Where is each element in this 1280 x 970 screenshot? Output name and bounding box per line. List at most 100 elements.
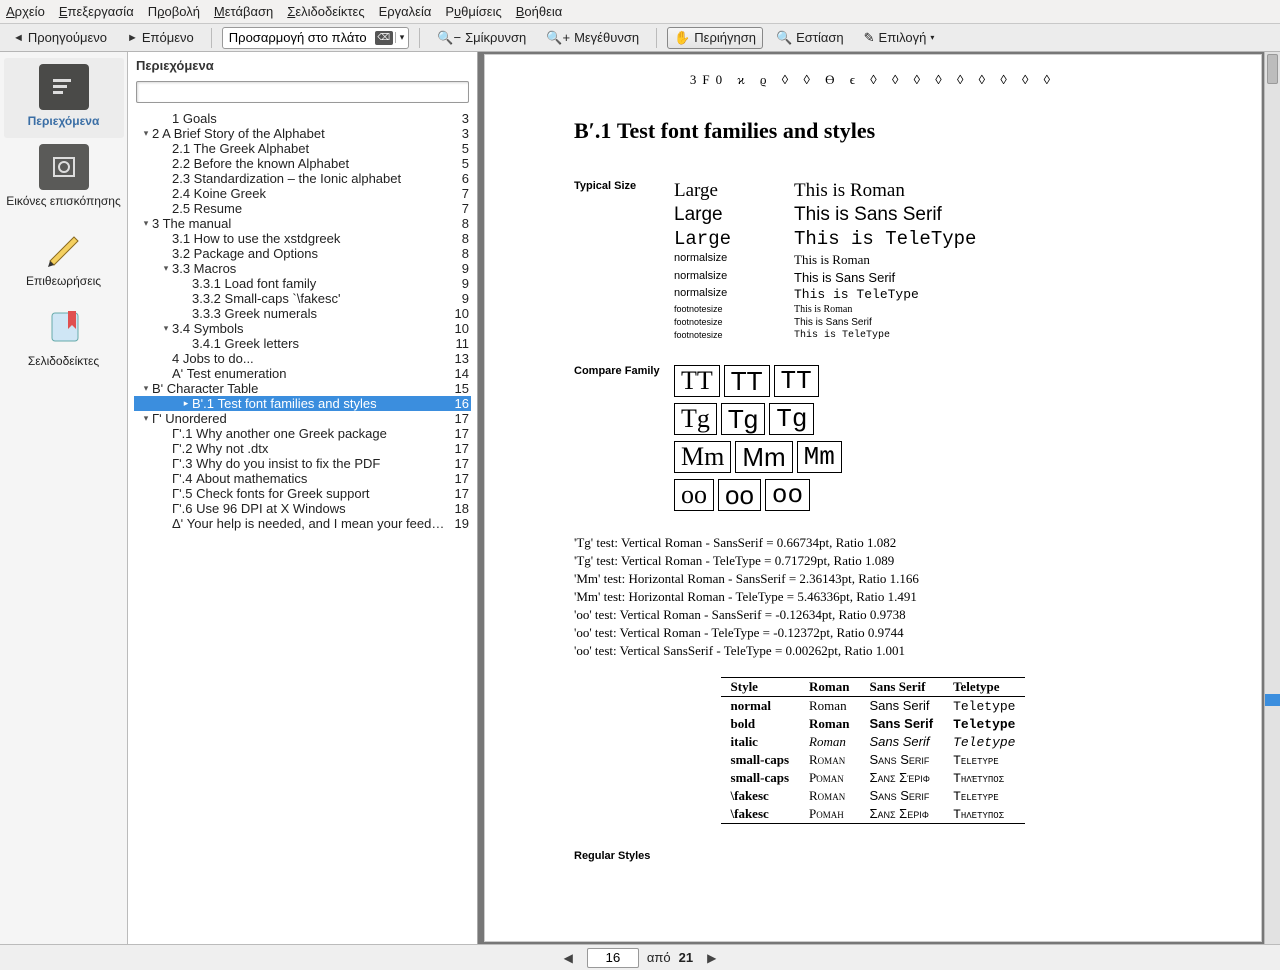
toc-page: 18 [449,501,471,516]
zoom-in-button[interactable]: 🔍+Μεγέθυνση [539,27,646,49]
separator [656,28,657,48]
toc-row[interactable]: 2.4 Koine Greek7 [134,186,471,201]
cell: Sans Serif [859,733,943,751]
toc-page: 8 [449,246,471,261]
toc-row[interactable]: Γʹ.6 Use 96 DPI at X Windows18 [134,501,471,516]
page-prev-button[interactable]: ◀ [558,951,579,965]
toc-row[interactable]: Γʹ.2 Why not .dtx17 [134,441,471,456]
expander-icon[interactable]: ▾ [140,126,152,141]
toc-row[interactable]: 3.2 Package and Options8 [134,246,471,261]
toc-row[interactable]: 2.2 Before the known Alphabet5 [134,156,471,171]
cell: Sans Serif [859,751,943,769]
toc-row[interactable]: 4 Jobs to do...13 [134,351,471,366]
toc-page: 17 [449,426,471,441]
toc-title: Γʹ.1 Why another one Greek package [172,426,449,441]
toc-title: Γʹ.6 Use 96 DPI at X Windows [172,501,449,516]
toc-tree[interactable]: 1 Goals3▾2 A Brief Story of the Alphabet… [128,109,477,944]
toc-page: 13 [449,351,471,366]
toc-row[interactable]: 3.4.1 Greek letters11 [134,336,471,351]
next-label: Επόμενο [142,30,194,45]
select-button[interactable]: ✎Επιλογή▾ [857,27,942,49]
table-header: Roman [799,678,859,697]
compare-row: TgTgTg [674,403,842,435]
zoom-out-button[interactable]: 🔍−Σμίκρυνση [430,27,533,49]
separator [419,28,420,48]
menu-file[interactable]: Αρχείο [6,4,45,19]
toc-row[interactable]: 1 Goals3 [134,111,471,126]
cell: Sans Serif [859,697,943,716]
page-input[interactable] [587,948,639,968]
cell: Sans Serif [859,715,943,733]
expander-icon[interactable]: ▾ [160,321,172,336]
toc-row[interactable]: ▾3.3 Macros9 [134,261,471,276]
toc-row[interactable]: ▾Βʹ Character Table15 [134,381,471,396]
toc-row[interactable]: Δʹ Your help is needed, and I mean your … [134,516,471,531]
menu-view[interactable]: Προβολή [148,4,200,19]
size-label: normalsize [674,270,794,285]
toc-row[interactable]: 3.1 How to use the xstdgreek8 [134,231,471,246]
expander-icon[interactable]: ▾ [140,381,152,396]
toc-row[interactable]: 2.1 The Greek Alphabet5 [134,141,471,156]
toc-row[interactable]: Αʹ Test enumeration14 [134,366,471,381]
compare-box: Tg [769,403,814,435]
cell: Ροман [799,805,859,824]
side-contents[interactable]: Περιεχόμενα [4,58,124,138]
menu-help[interactable]: Βοήθεια [516,4,563,19]
compare-box: Mm [735,441,792,473]
toc-row[interactable]: Γʹ.4 About mathematics17 [134,471,471,486]
prev-button[interactable]: ◄Προηγούμενο [6,27,114,48]
toc-row[interactable]: 3.3.1 Load font family9 [134,276,471,291]
pencil-icon [39,224,89,270]
toc-page: 9 [449,276,471,291]
side-contents-label: Περιεχόμενα [28,114,100,128]
cell: bold [721,715,800,733]
side-reviews[interactable]: Επιθεωρήσεις [4,218,124,298]
menu-edit[interactable]: Επεξεργασία [59,4,134,19]
toc-row[interactable]: Γʹ.5 Check fonts for Greek support17 [134,486,471,501]
toc-title: 2.2 Before the known Alphabet [172,156,449,171]
focus-button[interactable]: 🔍Εστίαση [769,27,851,49]
typical-label [574,287,674,302]
menu-go[interactable]: Μετάβαση [214,4,273,19]
toc-row[interactable]: 2.3 Standardization – the Ionic alphabet… [134,171,471,186]
sample-text: This is Roman [794,304,1172,315]
next-button[interactable]: ►Επόμενο [120,27,201,48]
toc-row[interactable]: ▸Βʹ.1 Test font families and styles16 [134,396,471,411]
zoom-in-icon: 🔍+ [546,30,570,46]
chevron-down-icon[interactable]: ▾ [395,32,409,43]
clear-icon[interactable]: ⌫ [375,31,393,45]
browse-button[interactable]: ✋Περιήγηση [667,27,763,49]
expander-icon[interactable]: ▾ [140,216,152,231]
toc-row[interactable]: Γʹ.3 Why do you insist to fix the PDF17 [134,456,471,471]
zoom-combo-input[interactable] [223,30,373,45]
typical-label [574,204,674,226]
expander-icon[interactable]: ▾ [140,411,152,426]
menu-bookmarks[interactable]: Σελιδοδείκτες [287,4,364,19]
toc-row[interactable]: ▾Γʹ Unordered17 [134,411,471,426]
toc-row[interactable]: ▾2 A Brief Story of the Alphabet3 [134,126,471,141]
toc-row[interactable]: ▾3.4 Symbols10 [134,321,471,336]
toc-page: 10 [449,321,471,336]
toc-row[interactable]: Γʹ.1 Why another one Greek package17 [134,426,471,441]
toc-row[interactable]: 2.5 Resume7 [134,201,471,216]
toc-row[interactable]: ▾3 The manual8 [134,216,471,231]
toc-search-input[interactable] [136,81,469,103]
cell: small-caps [721,751,800,769]
side-thumbnails[interactable]: Εικόνες επισκόπησης [4,138,124,218]
expander-icon[interactable]: ▸ [180,396,192,411]
menu-settings[interactable]: Ρυθμίσεις [445,4,501,19]
page[interactable]: 3F0 ϰ ϱ ◊ ◊ ϴ ϵ ◊ ◊ ◊ ◊ ◊ ◊ ◊ ◊ ◊ Βʹ.1 T… [484,54,1262,942]
menu-tools[interactable]: Εργαλεία [379,4,432,19]
side-reviews-label: Επιθεωρήσεις [26,274,101,288]
toc-row[interactable]: 3.3.2 Small-caps `\fakesc'9 [134,291,471,306]
toc-title: 1 Goals [172,111,449,126]
scrollbar[interactable] [1264,52,1280,944]
toc-row[interactable]: 3.3.3 Greek numerals10 [134,306,471,321]
scroll-thumb[interactable] [1267,54,1278,84]
zoom-combo[interactable]: ⌫ ▾ [222,27,410,49]
toc-title: 3.4 Symbols [172,321,449,336]
expander-icon[interactable]: ▾ [160,261,172,276]
side-bookmarks[interactable]: Σελιδοδείκτες [4,298,124,378]
table-row: italicRomanSans SerifTeletype [721,733,1026,751]
page-next-button[interactable]: ▶ [701,951,722,965]
